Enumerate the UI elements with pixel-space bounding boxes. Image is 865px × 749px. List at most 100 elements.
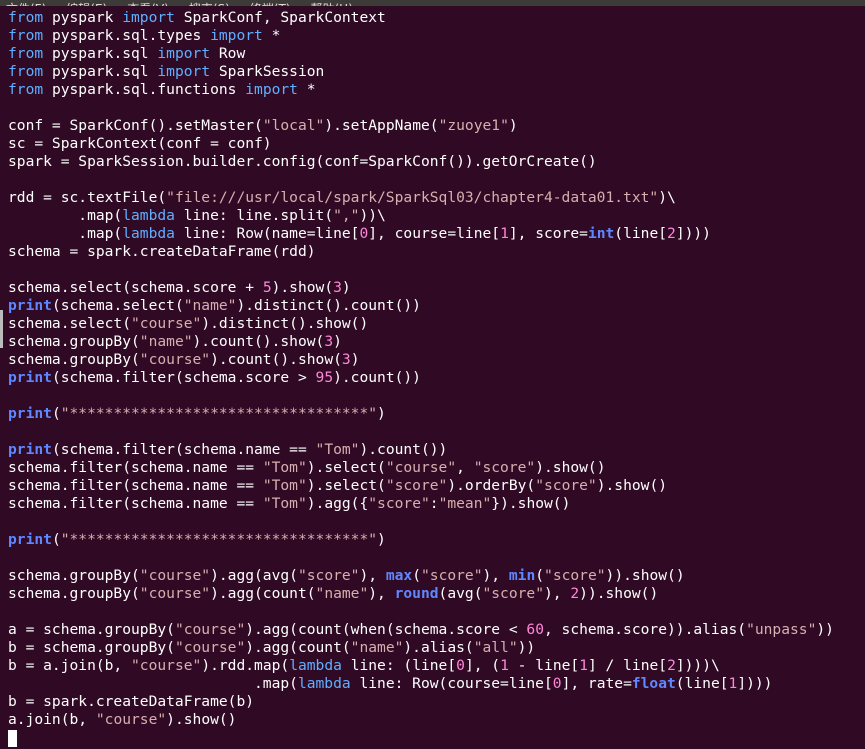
menu-item-5[interactable]: 帮助(H) bbox=[305, 3, 353, 6]
code-token: ).count().show( bbox=[210, 351, 342, 368]
code-line: sc = SparkContext(conf = conf) bbox=[8, 135, 865, 153]
code-token: 95 bbox=[315, 369, 334, 386]
code-line: b = a.join(b, "course").rdd.map(lambda l… bbox=[8, 657, 865, 675]
code-token: (schema.filter(schema.name == bbox=[51, 441, 316, 458]
code-token: "course" bbox=[174, 639, 246, 656]
code-token: b = spark.createDataFrame(b) bbox=[8, 693, 255, 710]
code-token: 1 bbox=[500, 657, 509, 674]
code-token: 3 bbox=[341, 351, 351, 368]
code-token: print bbox=[8, 441, 52, 458]
code-token: b = schema.groupBy( bbox=[8, 639, 175, 656]
code-token: int bbox=[587, 225, 615, 242]
code-token: schema.select(schema.score + bbox=[8, 279, 263, 296]
code-token: rdd = sc.textFile( bbox=[8, 189, 167, 206]
code-token: ).show() bbox=[596, 477, 668, 494]
code-token: pyspark.sql bbox=[43, 45, 158, 62]
code-token: ).orderBy( bbox=[447, 477, 536, 494]
code-token: }).show() bbox=[491, 495, 571, 512]
code-token: import bbox=[210, 27, 263, 44]
code-token: ).agg(count(when(schema.score < bbox=[245, 621, 527, 638]
code-token: ).count()) bbox=[359, 441, 448, 458]
code-token: schema.select( bbox=[8, 315, 132, 332]
code-token: "**********************************" bbox=[60, 531, 378, 548]
code-token: "Tom" bbox=[262, 495, 307, 512]
code-token: ).show( bbox=[271, 279, 334, 296]
code-token: ) bbox=[508, 117, 518, 134]
code-token: print bbox=[8, 531, 52, 548]
code-token: "score" bbox=[421, 567, 483, 584]
code-token: "score" bbox=[482, 585, 544, 602]
code-token: print bbox=[8, 297, 52, 314]
code-line: spark = SparkSession.builder.config(conf… bbox=[8, 153, 865, 171]
code-token: schema.groupBy( bbox=[8, 567, 140, 584]
code-token: import bbox=[157, 63, 211, 80]
code-token: )\ bbox=[658, 189, 676, 206]
code-token: ], course=line[ bbox=[368, 225, 501, 242]
code-line: schema.filter(schema.name == "Tom").sele… bbox=[8, 477, 865, 495]
code-token: ( bbox=[51, 531, 61, 548]
code-token: "score" bbox=[473, 459, 536, 476]
code-token: ]))) bbox=[675, 225, 711, 242]
code-token: )) bbox=[816, 621, 834, 638]
code-line: from pyspark.sql import Row bbox=[8, 45, 865, 63]
code-editor[interactable]: from pyspark import SparkConf, SparkCont… bbox=[8, 9, 865, 729]
code-token: (schema.select( bbox=[51, 297, 184, 314]
code-token: ])))\ bbox=[675, 657, 720, 674]
code-token: from bbox=[8, 45, 44, 62]
code-token: lambda bbox=[297, 675, 351, 692]
code-line: schema = spark.createDataFrame(rdd) bbox=[8, 243, 865, 261]
code-token: 5 bbox=[262, 279, 272, 296]
menu-item-4[interactable]: 终端(T) bbox=[244, 3, 291, 6]
menu-item-2[interactable]: 查看(V) bbox=[121, 3, 169, 6]
code-token: )).show() bbox=[605, 567, 685, 584]
menu-item-0[interactable]: 文件(F) bbox=[0, 3, 46, 6]
code-token: "course" bbox=[139, 585, 211, 602]
code-token: import bbox=[157, 45, 211, 62]
code-line: schema.groupBy("name").count().show(3) bbox=[8, 333, 865, 351]
code-token: ).count().show( bbox=[192, 333, 325, 350]
code-token: "score" bbox=[368, 495, 430, 512]
code-token: from bbox=[8, 9, 44, 26]
code-token: ], rate= bbox=[561, 675, 632, 692]
code-line: schema.groupBy("course").agg(count("name… bbox=[8, 585, 865, 603]
code-token: "all" bbox=[473, 639, 518, 656]
code-token: SparkSession bbox=[210, 63, 325, 80]
code-line: b = schema.groupBy("course").agg(count("… bbox=[8, 639, 865, 657]
code-token: b = a.join(b, bbox=[8, 657, 132, 674]
code-token: "unpass" bbox=[746, 621, 817, 638]
code-token: print bbox=[8, 369, 52, 386]
code-token: 0 bbox=[456, 657, 465, 674]
code-token: 1 bbox=[728, 675, 738, 692]
code-token: lambda bbox=[122, 207, 175, 224]
code-token: ).select( bbox=[306, 477, 386, 494]
terminal-menubar: 文件(F) 编辑(E) 查看(V) 搜索(S) 终端(T) 帮助(H) bbox=[0, 0, 865, 6]
code-token: ]))) bbox=[737, 675, 773, 692]
code-token: "Tom" bbox=[315, 441, 360, 458]
code-token: sc = SparkContext(conf = conf) bbox=[8, 135, 272, 152]
code-token: max bbox=[385, 567, 413, 584]
code-token: .map( bbox=[8, 675, 298, 692]
code-token: pyspark.sql bbox=[43, 63, 158, 80]
code-token: ).select( bbox=[306, 459, 386, 476]
menu-item-3[interactable]: 搜索(S) bbox=[183, 3, 230, 6]
code-token: ).setAppName( bbox=[324, 117, 439, 134]
code-token: "name" bbox=[350, 639, 404, 656]
code-token: * bbox=[297, 81, 316, 98]
code-token: ).rdd.map( bbox=[201, 657, 290, 674]
code-token: Row bbox=[210, 45, 246, 62]
code-token: "course" bbox=[385, 459, 457, 476]
code-line: from pyspark.sql.functions import * bbox=[8, 81, 865, 99]
menu-item-1[interactable]: 编辑(E) bbox=[60, 3, 107, 6]
code-token: schema.filter(schema.name == bbox=[8, 459, 263, 476]
code-token: SparkConf, SparkContext bbox=[174, 9, 386, 26]
code-line: schema.select(schema.score + 5).show(3) bbox=[8, 279, 865, 297]
code-line: print(schema.select("name").distinct().c… bbox=[8, 297, 865, 315]
code-token: 2 bbox=[570, 585, 580, 602]
code-token: (line[ bbox=[614, 225, 668, 242]
code-line: from pyspark.sql.types import * bbox=[8, 27, 865, 45]
code-line: .map(lambda line: Row(course=line[0], ra… bbox=[8, 675, 865, 693]
code-token: pyspark bbox=[43, 9, 123, 26]
